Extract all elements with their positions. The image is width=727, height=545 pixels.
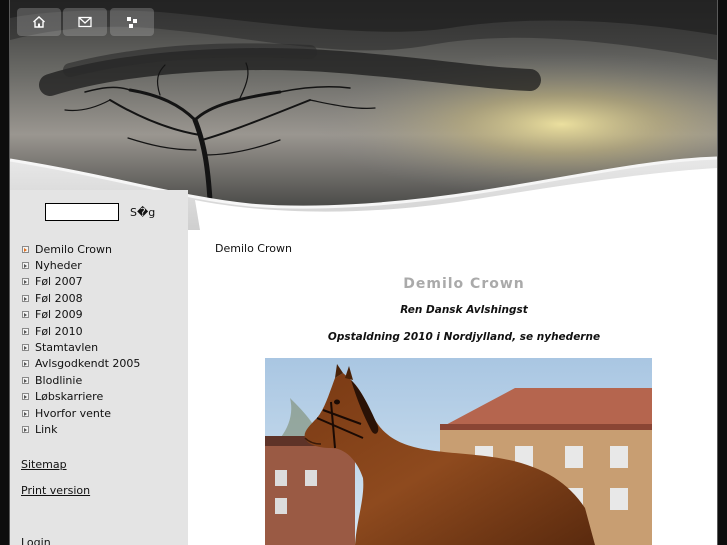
sidebar-item-fol-2009[interactable]: Føl 2009: [22, 307, 140, 323]
sidebar-item-nyheder[interactable]: Nyheder: [22, 257, 140, 273]
bullet-icon: [22, 278, 29, 286]
bullet-icon: [22, 245, 29, 253]
sitemap-button[interactable]: [110, 8, 154, 36]
sidebar-nav: Demilo Crown Nyheder Føl 2007 Føl 2008 F…: [22, 241, 140, 438]
bullet-icon: [22, 409, 29, 417]
home-icon: [33, 16, 45, 28]
bullet-icon: [22, 344, 29, 352]
horse-photo: [265, 358, 652, 545]
page: S�g Demilo Crown Nyheder Føl 2007 Føl 20…: [9, 0, 718, 545]
horse-image: [265, 358, 652, 545]
sitemap-link[interactable]: Sitemap: [21, 458, 67, 471]
bullet-icon: [22, 311, 29, 319]
sidebar-item-fol-2008[interactable]: Føl 2008: [22, 290, 140, 306]
bullet-icon: [22, 294, 29, 302]
sidebar-item-hvorfor-vente[interactable]: Hvorfor vente: [22, 405, 140, 421]
sidebar-item-label: Link: [35, 422, 58, 436]
bullet-icon: [22, 376, 29, 384]
bullet-icon: [22, 360, 29, 368]
sidebar-item-demilo-crown[interactable]: Demilo Crown: [22, 241, 140, 257]
mail-icon: [78, 16, 92, 28]
sidebar-item-fol-2007[interactable]: Føl 2007: [22, 274, 140, 290]
page-note: Opstaldning 2010 i Nordjylland, se nyhed…: [327, 331, 601, 343]
sidebar-item-label: Føl 2010: [35, 324, 83, 338]
home-button[interactable]: [17, 8, 61, 36]
bullet-icon: [22, 425, 29, 433]
search-input[interactable]: [45, 203, 119, 221]
sidebar-item-label: Føl 2009: [35, 308, 83, 322]
sidebar-item-label: Demilo Crown: [35, 242, 112, 256]
search-button[interactable]: S�g: [130, 206, 155, 219]
sidebar-item-fol-2010[interactable]: Føl 2010: [22, 323, 140, 339]
bullet-icon: [22, 393, 29, 401]
bullet-icon: [22, 327, 29, 335]
login-link[interactable]: Login: [21, 536, 51, 545]
sidebar-item-label: Avlsgodkendt 2005: [35, 357, 141, 371]
sidebar-item-stamtavlen[interactable]: Stamtavlen: [22, 339, 140, 355]
bullet-icon: [22, 262, 29, 270]
mail-button[interactable]: [63, 8, 107, 36]
page-subtitle: Ren Dansk Avlshingst: [400, 304, 528, 316]
sidebar-item-label: Blodlinie: [35, 373, 83, 387]
sidebar-item-label: Løbskarriere: [35, 390, 104, 404]
sidebar-item-avlsgodkendt[interactable]: Avlsgodkendt 2005: [22, 356, 140, 372]
sidebar-item-blodlinie[interactable]: Blodlinie: [22, 372, 140, 388]
print-version-link[interactable]: Print version: [21, 484, 90, 497]
breadcrumb: Demilo Crown: [215, 242, 292, 255]
sitemap-icon: [127, 17, 137, 28]
page-title: Demilo Crown: [403, 276, 525, 292]
sidebar-item-label: Hvorfor vente: [35, 406, 111, 420]
sidebar-item-link[interactable]: Link: [22, 421, 140, 437]
sidebar-item-label: Nyheder: [35, 259, 82, 273]
sidebar-item-label: Stamtavlen: [35, 341, 99, 355]
sidebar-item-label: Føl 2007: [35, 275, 83, 289]
sidebar-item-lobskarriere[interactable]: Løbskarriere: [22, 389, 140, 405]
sidebar-item-label: Føl 2008: [35, 291, 83, 305]
